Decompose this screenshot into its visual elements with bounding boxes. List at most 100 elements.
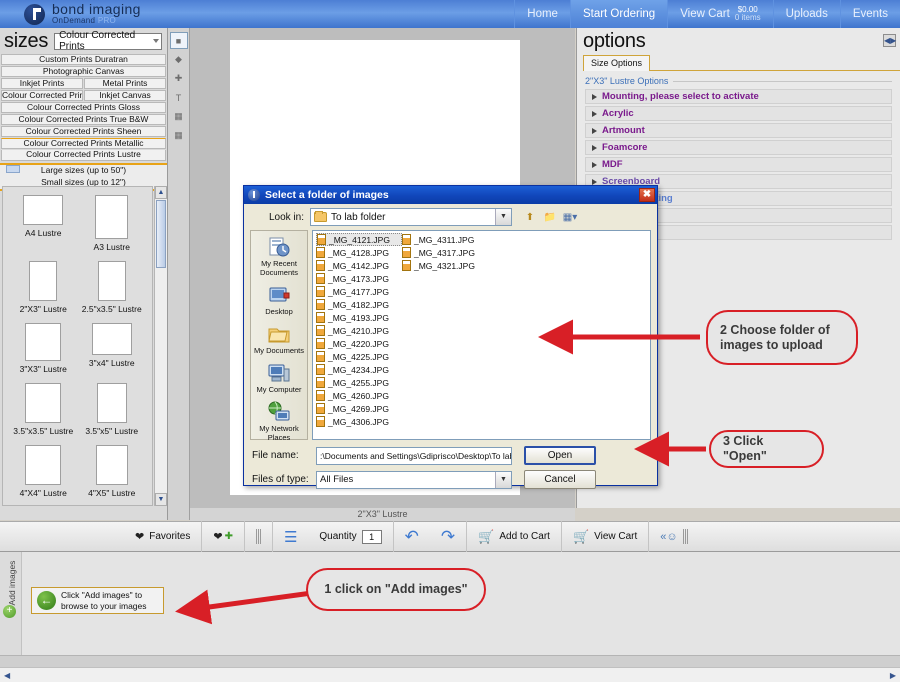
file-list-item[interactable]: _MG_4234.JPG [316,363,402,376]
size-thumbnail[interactable]: 3.5"x5" Lustre [78,383,147,436]
file-list-item[interactable]: _MG_4317.JPG [402,246,488,259]
size-thumbnail[interactable]: 2.5"x3.5" Lustre [78,261,147,314]
dialog-title-bar[interactable]: Select a folder of images ✖ [244,186,657,204]
file-list-item[interactable]: _MG_4306.JPG [316,415,402,428]
collapse-panel-icon[interactable]: ◀▶ [883,34,896,47]
category-button[interactable]: Colour Corrected Prints Metallic [1,138,166,149]
add-favorite-button[interactable]: ❤ ✚ [202,521,245,552]
category-button[interactable]: Custom Prints Duratran [1,54,166,65]
option-row[interactable]: Foamcore [585,140,892,155]
scroll-right-icon[interactable]: ▶ [886,671,900,680]
category-button[interactable]: Photographic Canvas [1,66,166,77]
up-one-level-icon[interactable]: ⬆ [522,209,538,225]
layout-icon[interactable]: ▦ [170,127,188,144]
new-folder-icon[interactable]: 📁 [542,209,558,225]
file-list-item[interactable]: _MG_4177.JPG [316,285,402,298]
redo-button[interactable]: ↷ [430,521,467,552]
green-plus-icon[interactable]: + [3,605,16,618]
category-button[interactable]: Metal Prints [84,78,166,89]
category-button[interactable]: Colour Corrected Prints Sheen [1,126,166,137]
chevron-down-icon[interactable]: ▼ [495,209,511,225]
add-images-button[interactable]: ← Click "Add images" to browse to your i… [31,587,164,614]
scroll-up-icon[interactable]: ▲ [155,186,167,199]
nav-item-home[interactable]: Home [514,0,570,28]
tab-size-options[interactable]: Size Options [583,55,650,71]
scroll-down-icon[interactable]: ▼ [155,493,167,506]
cancel-button[interactable]: Cancel [524,470,596,489]
product-type-select[interactable]: Colour Corrected Prints [54,33,162,50]
category-button[interactable]: Colour Corrected Prints Flex [1,90,83,101]
size-thumbnail[interactable]: 3"X3" Lustre [9,323,78,374]
close-icon[interactable]: ✖ [639,188,655,202]
size-thumbnail[interactable]: A3 Lustre [78,195,147,252]
add-to-cart-button[interactable]: 🛒 Add to Cart [467,521,562,552]
file-list-item[interactable]: _MG_4269.JPG [316,402,402,415]
option-row[interactable]: Mounting, please select to activate [585,89,892,104]
file-list-item[interactable]: _MG_4142.JPG [316,259,402,272]
option-row[interactable]: MDF [585,157,892,172]
size-thumbnail[interactable]: A4 Lustre [9,195,78,252]
size-thumbnail[interactable]: 3.5"x3.5" Lustre [9,383,78,436]
nav-item-start-ordering[interactable]: Start Ordering [570,0,667,28]
size-filter-large[interactable]: Large sizes (up to 50") [0,165,167,177]
size-thumbnail[interactable]: 4"X4" Lustre [9,445,78,498]
file-list[interactable]: _MG_4121.JPG_MG_4128.JPG_MG_4142.JPG_MG_… [312,230,651,440]
file-name-input[interactable]: :\Documents and Settings\Gdiprisco\Deskt… [316,447,512,465]
text-icon[interactable]: T [170,89,188,106]
layers-button[interactable]: ☰ [273,521,308,552]
place-item[interactable]: My Computer [251,362,307,394]
file-list-item[interactable]: _MG_4173.JPG [316,272,402,285]
file-list-item[interactable]: _MG_4225.JPG [316,350,402,363]
category-button[interactable]: Inkjet Canvas [84,90,166,101]
favorites-button[interactable]: ❤ Favorites [124,521,202,552]
grid-icon[interactable]: ▦ [170,108,188,125]
option-row[interactable]: Artmount [585,123,892,138]
horizontal-scrollbar[interactable]: ◀ ▶ [0,667,900,682]
move-icon[interactable]: ◆ [170,51,188,68]
quantity-control[interactable]: Quantity 1 [308,521,393,552]
views-icon[interactable]: ▦▾ [562,209,578,225]
nav-item-uploads[interactable]: Uploads [773,0,840,28]
file-list-item[interactable]: _MG_4260.JPG [316,389,402,402]
file-list-item[interactable]: _MG_4321.JPG [402,259,488,272]
toolbar-grip[interactable] [245,521,273,552]
size-thumbnail[interactable]: 2"X3" Lustre [9,261,78,314]
option-row[interactable]: Acrylic [585,106,892,121]
undo-button[interactable]: ↶ [394,521,430,552]
open-button[interactable]: Open [524,446,596,465]
quantity-input[interactable]: 1 [362,530,382,544]
place-item[interactable]: My Documents [251,323,307,355]
size-thumbnail[interactable]: 4"X5" Lustre [78,445,147,498]
category-button[interactable]: Colour Corrected Prints Gloss [1,102,166,113]
file-list-item[interactable]: _MG_4210.JPG [316,324,402,337]
file-list-item[interactable]: _MG_4311.JPG [402,233,488,246]
chevron-down-icon[interactable]: ▼ [495,472,511,488]
scrollbar-thumb[interactable] [156,200,166,268]
view-cart-button[interactable]: 🛒 View Cart [562,521,649,552]
category-button-selected[interactable]: Colour Corrected Prints Lustre [1,150,166,161]
size-thumbnail-list[interactable]: A4 LustreA3 Lustre2"X3" Lustre2.5"x3.5" … [2,186,153,506]
file-list-item[interactable]: _MG_4182.JPG [316,298,402,311]
look-in-select[interactable]: To lab folder ▼ [310,208,512,226]
user-button[interactable]: «☺ [649,521,698,552]
place-item[interactable]: Desktop [251,284,307,316]
size-thumbnail[interactable]: 3"x4" Lustre [78,323,147,374]
options-tabs: Size Options [583,55,900,71]
files-of-type-select[interactable]: All Files ▼ [316,471,512,489]
sizes-scrollbar[interactable]: ▲ ▼ [154,186,167,506]
category-button[interactable]: Colour Corrected Prints True B&W [1,114,166,125]
file-list-item[interactable]: _MG_4128.JPG [316,246,402,259]
color-picker-icon[interactable]: ■ [170,32,188,49]
file-list-item[interactable]: _MG_4193.JPG [316,311,402,324]
file-list-item[interactable]: _MG_4121.JPG [316,233,402,246]
brand-logo-area[interactable]: bond imaging OnDemand PRO [24,0,224,28]
crop-icon[interactable]: ✚ [170,70,188,87]
category-button[interactable]: Inkjet Prints [1,78,83,89]
file-list-item[interactable]: _MG_4220.JPG [316,337,402,350]
place-item[interactable]: My Network Places [251,401,307,442]
nav-item-events[interactable]: Events [840,0,900,28]
nav-item-view-cart[interactable]: View Cart $0.00 0 items [667,0,772,28]
scroll-left-icon[interactable]: ◀ [0,671,14,680]
place-item[interactable]: My Recent Documents [251,236,307,277]
file-list-item[interactable]: _MG_4255.JPG [316,376,402,389]
